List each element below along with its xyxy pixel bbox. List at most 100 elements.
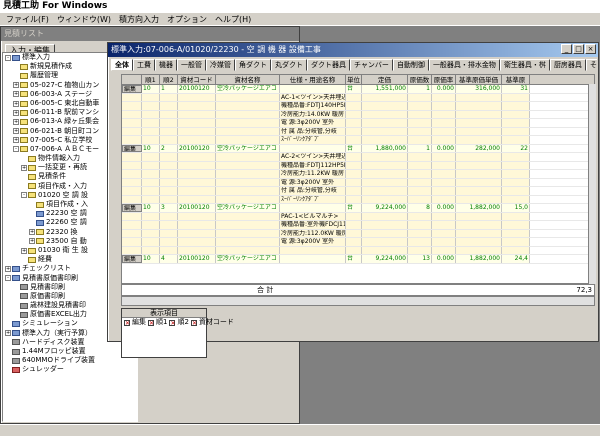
column-header[interactable]: 定価 [362,75,408,84]
checkbox-icon[interactable]: ✕ [148,319,154,326]
tree-node[interactable]: 640MMOドライブ装置 [3,356,137,365]
expand-icon[interactable]: + [21,164,27,171]
table-cell[interactable]: 1,880,000 [362,144,408,152]
menu-help[interactable]: ヘルプ(H) [211,14,255,25]
column-header[interactable]: 原価率 [432,75,456,84]
expand-icon[interactable]: + [13,109,19,116]
collapse-icon[interactable]: - [21,192,27,199]
grid-vertical-scrollbar[interactable] [588,84,596,284]
table-cell[interactable]: 2 [160,144,178,152]
table-cell[interactable]: 0.000 [432,144,456,152]
tree-node[interactable]: 1.44Mフロッピ装置 [3,347,137,356]
table-cell[interactable]: 3 [160,204,178,212]
tab-item[interactable]: 工費 [133,59,155,71]
tab-item[interactable]: 衛生器具・桝 [499,59,550,71]
tab-item[interactable]: 丸ダクト [271,59,307,71]
checkbox-icon[interactable]: ✕ [190,319,197,326]
table-cell[interactable]: 9,224,000 [362,204,408,212]
tab-item[interactable]: 厨房器具 [549,59,586,71]
table-cell[interactable]: 空冷パッケージエアコ [216,144,280,152]
maximize-icon[interactable]: □ [573,44,584,54]
table-cell[interactable] [280,144,346,152]
table-cell[interactable]: 8 [408,204,432,212]
tab-item[interactable]: 角ダクト [235,59,271,71]
table-cell[interactable]: 台 [346,144,362,152]
tab-item[interactable]: チャンバー [350,59,393,71]
tab-item[interactable]: 全体 [111,59,133,71]
table-cell[interactable]: 10 [142,204,160,212]
close-icon[interactable]: × [585,44,596,54]
table-cell[interactable]: 15,0 [502,204,530,212]
checkbox-icon[interactable]: ✕ [124,319,130,326]
tab-item[interactable]: ダクト器具 [307,59,350,71]
edit-button[interactable]: 編集 [122,85,142,93]
column-header[interactable]: 単位 [346,75,362,84]
expand-icon[interactable]: + [5,330,11,337]
table-cell[interactable] [280,85,346,93]
table-cell[interactable]: 空冷パッケージエアコ [216,255,280,263]
expand-icon[interactable]: + [29,238,35,245]
menu-options[interactable]: オプション [163,14,211,25]
expand-icon[interactable]: + [21,247,27,254]
expand-icon[interactable]: + [13,91,19,98]
table-cell[interactable]: 22 [502,144,530,152]
display-item[interactable]: ✕ 順2 [167,318,189,327]
column-header[interactable]: 原価数 [408,75,432,84]
table-cell[interactable]: 空冷パッケージエアコ [216,204,280,212]
display-item[interactable]: ✕ 順1 [146,318,167,327]
column-header[interactable]: 基準原価単価 [456,75,502,84]
expand-icon[interactable]: + [13,82,19,89]
table-cell[interactable]: 20100120 [178,85,216,93]
tab-item[interactable]: 一般管 [177,59,206,71]
table-cell[interactable]: 1,551,000 [362,85,408,93]
column-header[interactable]: 仕様・用途名称 [280,75,346,84]
table-cell[interactable]: 1,882,000 [456,204,502,212]
tab-item[interactable]: 冷媒管 [206,59,235,71]
table-cell[interactable]: 316,000 [456,85,502,93]
grid-horizontal-scrollbar[interactable] [121,296,595,306]
column-header[interactable]: 順1 [142,75,160,84]
expand-icon[interactable]: + [13,128,19,135]
table-cell[interactable]: 24,4 [502,255,530,263]
checkbox-icon[interactable]: ✕ [169,319,176,326]
table-cell[interactable] [280,255,346,263]
table-cell[interactable]: 0.000 [432,204,456,212]
table-cell[interactable]: 空冷パッケージエアコ [216,85,280,93]
tab-item[interactable]: 機器 [155,59,177,71]
display-item[interactable]: ✕ 編集 [122,318,146,327]
column-header[interactable]: 基準原 [502,75,530,84]
table-cell[interactable]: 9,224,000 [362,255,408,263]
table-cell[interactable]: 10 [142,85,160,93]
table-cell[interactable]: 13 [408,255,432,263]
column-header[interactable] [122,75,142,84]
table-cell[interactable]: 0.000 [432,85,456,93]
table-cell[interactable]: 台 [346,255,362,263]
table-cell[interactable]: 1 [408,144,432,152]
table-cell[interactable]: 0.000 [432,255,456,263]
collapse-icon[interactable]: - [13,146,19,153]
table-cell[interactable]: 1,882,000 [456,255,502,263]
tab-item[interactable]: 自動制御 [392,59,429,71]
edit-button[interactable]: 編集 [122,144,142,152]
table-cell[interactable]: 4 [160,255,178,263]
expand-icon[interactable]: + [29,229,35,236]
table-cell[interactable]: 31 [502,85,530,93]
menu-window[interactable]: ウィンドウ(W) [53,14,115,25]
table-cell[interactable] [280,204,346,212]
table-cell[interactable]: 20100120 [178,204,216,212]
table-cell[interactable]: 282,000 [456,144,502,152]
table-cell[interactable]: 10 [142,255,160,263]
table-cell[interactable]: 1 [408,85,432,93]
expand-icon[interactable]: + [13,100,19,107]
tab-item[interactable]: そ [585,59,597,71]
table-cell[interactable]: 20100120 [178,255,216,263]
table-cell[interactable]: 20100120 [178,144,216,152]
tree-node[interactable]: シュレッダー [3,365,137,374]
table-cell[interactable]: 1 [160,85,178,93]
column-header[interactable]: 資材名称 [216,75,280,84]
edit-button[interactable]: 編集 [122,204,142,212]
table-cell[interactable]: 10 [142,144,160,152]
expand-icon[interactable]: + [13,118,19,125]
column-header[interactable]: 順2 [160,75,178,84]
display-item[interactable]: ✕ 資材コード [189,318,234,327]
